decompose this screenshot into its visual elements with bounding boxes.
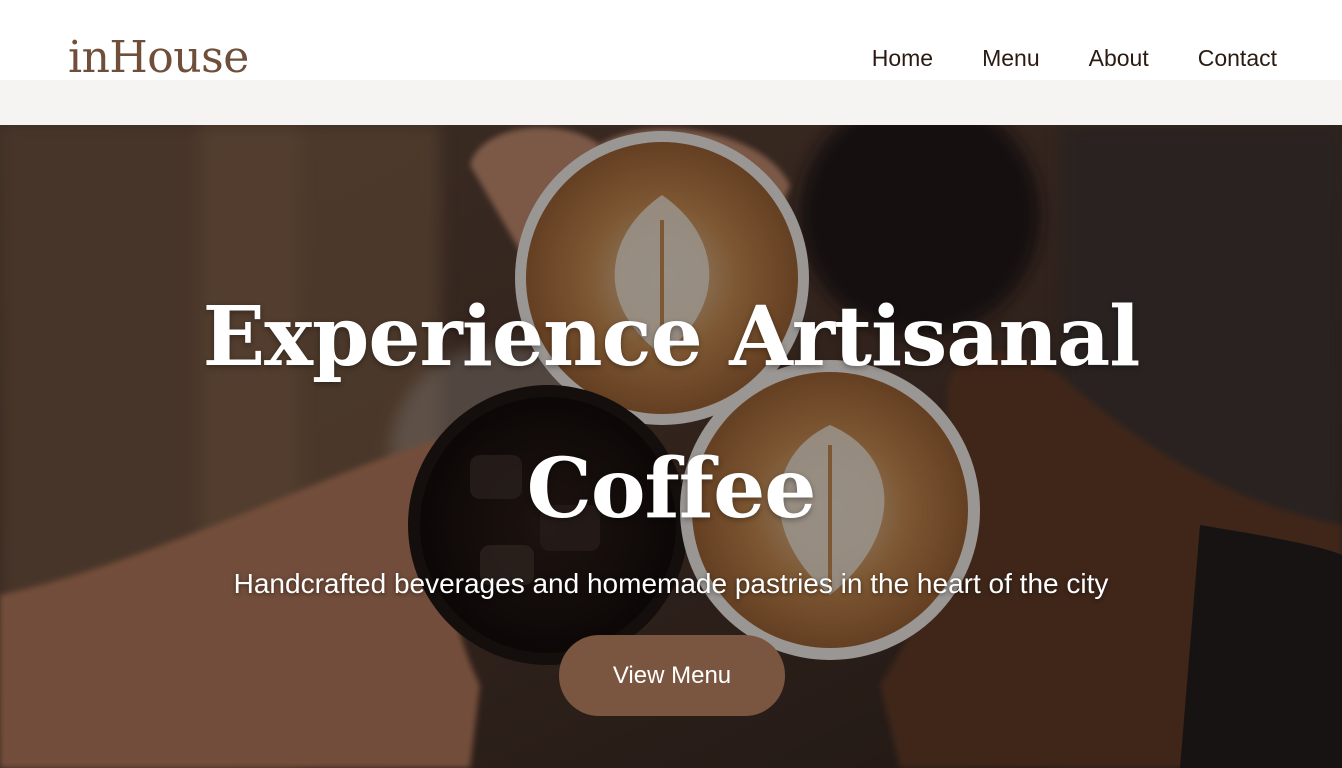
site-logo[interactable]: inHouse	[68, 36, 249, 80]
view-menu-button[interactable]: View Menu	[559, 635, 785, 716]
hero-section: Experience Artisanal Coffee Handcrafted …	[0, 125, 1342, 768]
main-nav: Home Menu About Contact	[872, 47, 1277, 70]
hero-subtitle: Handcrafted beverages and homemade pastr…	[233, 568, 1109, 599]
hero-title-line-2: Coffee	[526, 441, 817, 537]
nav-link-contact[interactable]: Contact	[1198, 47, 1277, 70]
nav-link-menu[interactable]: Menu	[982, 47, 1040, 70]
nav-link-about[interactable]: About	[1089, 47, 1149, 70]
hero-title-line-1: Experience Artisanal	[202, 289, 1141, 385]
hero-title: Experience Artisanal Coffee	[0, 261, 1342, 565]
site-header: inHouse Home Menu About Contact	[0, 0, 1342, 125]
nav-link-home[interactable]: Home	[872, 47, 933, 70]
